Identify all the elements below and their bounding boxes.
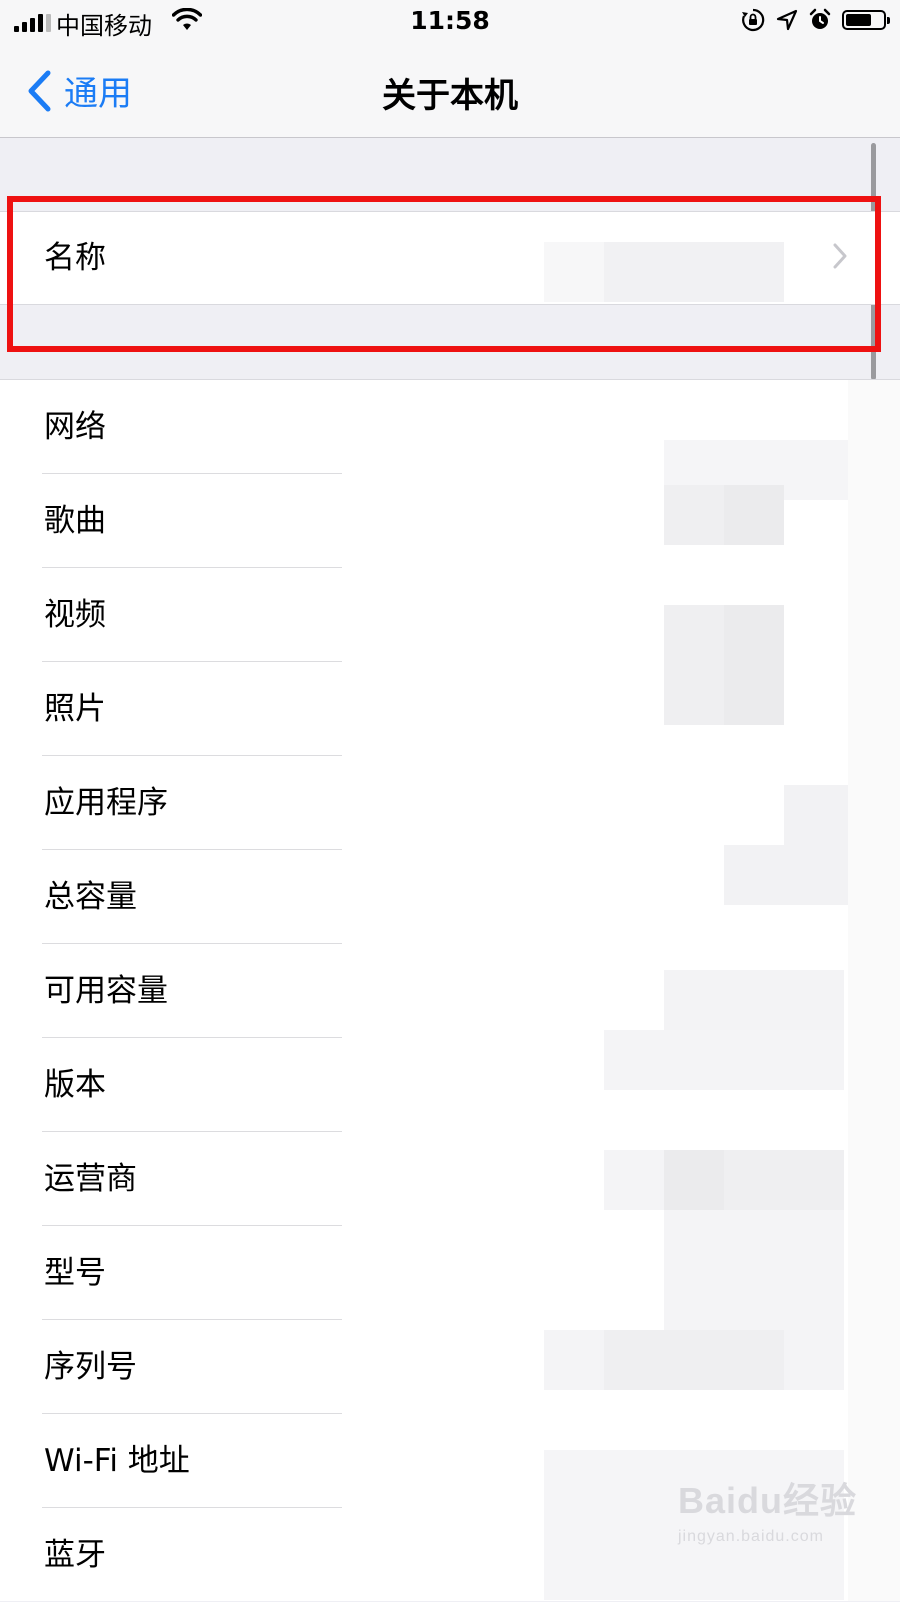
battery-icon: [842, 10, 890, 30]
alarm-icon: [809, 8, 831, 29]
list-item-label: 序列号: [44, 1349, 137, 1385]
list-item: 序列号: [0, 1320, 900, 1414]
list-item[interactable]: 应用程序: [0, 756, 900, 850]
location-icon: [776, 9, 798, 31]
info-list: 网络 歌曲 视频 照片 应用程序 总容量 可用容量 版本 运营商 型号 序列号 …: [0, 379, 900, 1601]
list-item: 型号: [0, 1226, 900, 1320]
list-item-label: 应用程序: [44, 785, 168, 821]
list-item-label: 蓝牙: [44, 1537, 106, 1573]
list-item: 照片: [0, 662, 900, 756]
list-item: 视频: [0, 568, 900, 662]
highlight-box: [7, 196, 881, 352]
battery-level: [846, 14, 871, 26]
watermark-main: Baidu经验: [678, 1480, 858, 1521]
list-item-label: 照片: [44, 691, 106, 727]
page-title: 关于本机: [382, 76, 518, 116]
watermark-sub: jingyan.baidu.com: [678, 1528, 824, 1545]
list-item: 可用容量: [0, 944, 900, 1038]
list-item: 版本: [0, 1038, 900, 1132]
list-item-label: 视频: [44, 597, 106, 633]
list-item-label: 可用容量: [44, 973, 168, 1009]
list-item-label: 总容量: [44, 879, 137, 915]
list-item-label: 歌曲: [44, 503, 106, 539]
orientation-lock-icon: [742, 8, 765, 32]
list-item-label: 网络: [44, 409, 106, 445]
list-item-label: 型号: [44, 1255, 106, 1291]
navigation-bar: 通用 关于本机: [0, 44, 900, 138]
list-item-label: 版本: [44, 1067, 106, 1103]
status-bar: 中国移动 11:58: [0, 0, 900, 44]
list-item: 歌曲: [0, 474, 900, 568]
watermark-logo: Baidu经验 jingyan.baidu.com: [678, 1472, 857, 1546]
list-item-label: 运营商: [44, 1161, 137, 1197]
status-icons: [740, 7, 890, 33]
list-item[interactable]: 运营商: [0, 1132, 900, 1226]
list-item: 网络: [0, 380, 900, 474]
list-item-label: Wi-Fi 地址: [44, 1443, 190, 1479]
list-item: 总容量: [0, 850, 900, 944]
